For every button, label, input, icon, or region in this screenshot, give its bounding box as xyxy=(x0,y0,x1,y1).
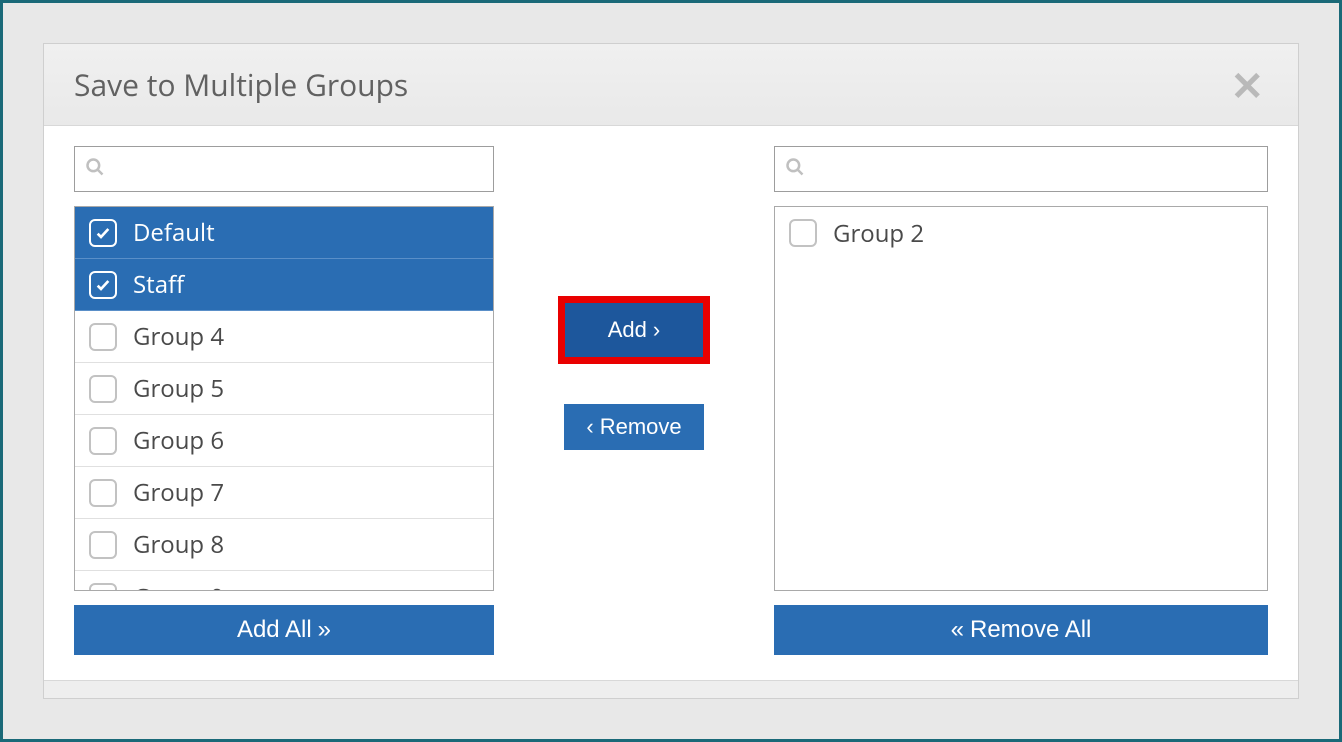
transfer-buttons-column: Add › ‹ Remove xyxy=(514,146,754,670)
available-groups-list[interactable]: Default Staff Group 4 Group 5 Group 6 Group 7… xyxy=(74,206,494,591)
list-item[interactable]: Staff xyxy=(75,259,493,311)
search-icon xyxy=(785,157,805,182)
selected-groups-list[interactable]: Group 2 xyxy=(774,206,1268,591)
checkbox-icon[interactable] xyxy=(789,219,817,247)
selected-groups-column: Group 2 « Remove All xyxy=(774,146,1268,670)
list-item-label: Group 8 xyxy=(133,528,224,561)
add-all-label: Add All xyxy=(237,616,312,644)
chevron-left-icon: ‹ xyxy=(586,414,593,440)
list-item[interactable]: Group 6 xyxy=(75,415,493,467)
add-all-button[interactable]: Add All » xyxy=(74,605,494,655)
list-item-label: Group 5 xyxy=(133,372,224,405)
dialog-footer xyxy=(44,680,1298,698)
list-item-label: Default xyxy=(133,216,215,249)
list-item[interactable]: Group 8 xyxy=(75,519,493,571)
list-item[interactable]: Group 9 xyxy=(75,571,493,591)
checkbox-icon[interactable] xyxy=(89,479,117,507)
remove-all-button[interactable]: « Remove All xyxy=(774,605,1268,655)
chevron-double-left-icon: « xyxy=(951,616,964,644)
list-item[interactable]: Group 2 xyxy=(775,207,1267,259)
list-item-label: Group 7 xyxy=(133,476,224,509)
available-search-box[interactable] xyxy=(74,146,494,192)
checkbox-checked-icon[interactable] xyxy=(89,219,117,247)
list-item-label: Group 2 xyxy=(833,217,924,250)
selected-search-box[interactable] xyxy=(774,146,1268,192)
remove-all-label: Remove All xyxy=(970,616,1091,644)
available-search-input[interactable] xyxy=(113,158,483,181)
list-item-label: Group 4 xyxy=(133,320,224,353)
checkbox-icon[interactable] xyxy=(89,531,117,559)
list-item[interactable]: Group 7 xyxy=(75,467,493,519)
search-icon xyxy=(85,157,105,182)
list-item[interactable]: Default xyxy=(75,207,493,259)
screenshot-frame: Save to Multiple Groups ✕ Default Staff Gr… xyxy=(0,0,1342,742)
chevron-right-icon: › xyxy=(653,317,660,343)
list-item[interactable]: Group 4 xyxy=(75,311,493,363)
list-item-label: Group 6 xyxy=(133,424,224,457)
checkbox-icon[interactable] xyxy=(89,323,117,351)
checkbox-icon[interactable] xyxy=(89,583,117,591)
list-item-label: Group 9 xyxy=(133,581,224,592)
available-groups-column: Default Staff Group 4 Group 5 Group 6 Group 7… xyxy=(74,146,494,670)
checkbox-icon[interactable] xyxy=(89,427,117,455)
checkbox-icon[interactable] xyxy=(89,375,117,403)
list-item-label: Staff xyxy=(133,268,184,301)
remove-button-label: Remove xyxy=(600,414,682,440)
chevron-double-right-icon: » xyxy=(318,616,331,644)
dialog-title: Save to Multiple Groups xyxy=(74,64,408,105)
dialog-header: Save to Multiple Groups ✕ xyxy=(44,44,1298,126)
dialog-save-to-multiple-groups: Save to Multiple Groups ✕ Default Staff Gr… xyxy=(43,43,1299,699)
add-button-label: Add xyxy=(608,317,647,343)
add-button-highlight: Add › xyxy=(558,296,710,364)
checkbox-checked-icon[interactable] xyxy=(89,271,117,299)
list-item[interactable]: Group 5 xyxy=(75,363,493,415)
close-icon[interactable]: ✕ xyxy=(1226,65,1268,105)
remove-button[interactable]: ‹ Remove xyxy=(564,404,703,450)
dialog-body: Default Staff Group 4 Group 5 Group 6 Group 7… xyxy=(44,126,1298,680)
add-button[interactable]: Add › xyxy=(569,307,699,353)
selected-search-input[interactable] xyxy=(813,158,1257,181)
